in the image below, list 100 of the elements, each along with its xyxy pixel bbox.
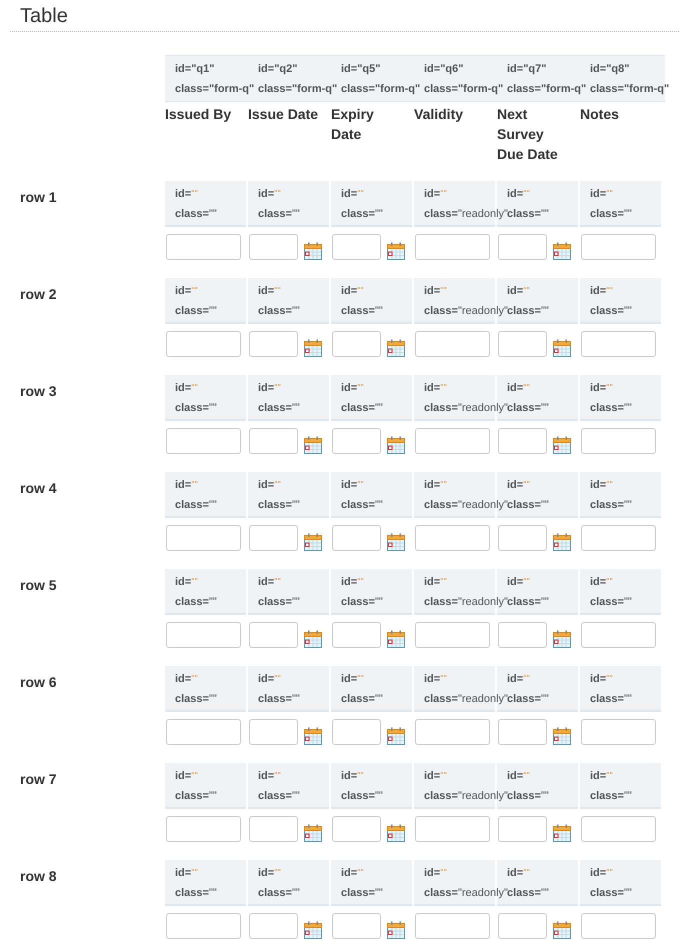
date-input[interactable]: [498, 234, 547, 260]
date-input[interactable]: [332, 719, 381, 745]
id-attribute: id="q8": [590, 62, 630, 77]
id-attribute: id="q7": [507, 62, 546, 77]
date-input[interactable]: [249, 913, 298, 939]
date-input[interactable]: [498, 719, 547, 745]
calendar-icon[interactable]: [304, 630, 322, 648]
class-attribute: class="": [175, 886, 217, 901]
text-input[interactable]: [166, 622, 241, 648]
row-label: row 5: [20, 576, 57, 595]
class-attribute: class="": [341, 401, 383, 416]
class-attribute: class="form-q": [341, 82, 420, 97]
date-input[interactable]: [498, 331, 547, 357]
date-input[interactable]: [249, 816, 298, 842]
text-input[interactable]: [415, 816, 490, 842]
date-input[interactable]: [332, 525, 381, 551]
text-input[interactable]: [581, 428, 656, 454]
text-input[interactable]: [166, 525, 241, 551]
calendar-icon[interactable]: [553, 727, 571, 745]
column-heading: Notes: [580, 105, 619, 124]
date-input[interactable]: [249, 719, 298, 745]
calendar-icon[interactable]: [553, 436, 571, 454]
class-attribute: class="form-q": [507, 82, 586, 97]
class-attribute: class="": [258, 789, 300, 804]
text-input[interactable]: [581, 234, 656, 260]
text-input[interactable]: [166, 234, 241, 260]
date-input[interactable]: [498, 525, 547, 551]
date-input[interactable]: [498, 913, 547, 939]
date-input[interactable]: [249, 234, 298, 260]
calendar-icon[interactable]: [304, 533, 322, 551]
calendar-icon[interactable]: [553, 339, 571, 357]
date-input[interactable]: [249, 331, 298, 357]
date-input[interactable]: [332, 816, 381, 842]
calendar-icon[interactable]: [553, 533, 571, 551]
text-input[interactable]: [415, 913, 490, 939]
date-input[interactable]: [332, 331, 381, 357]
text-input[interactable]: [415, 525, 490, 551]
text-input[interactable]: [415, 331, 490, 357]
column-heading: Expiry Date: [331, 105, 375, 144]
text-input[interactable]: [581, 331, 656, 357]
text-input[interactable]: [415, 622, 490, 648]
text-input[interactable]: [581, 622, 656, 648]
date-input[interactable]: [249, 525, 298, 551]
text-input[interactable]: [415, 719, 490, 745]
calendar-icon[interactable]: [387, 630, 405, 648]
calendar-icon[interactable]: [387, 533, 405, 551]
class-attribute: class="": [258, 498, 300, 513]
text-input[interactable]: [166, 428, 241, 454]
date-input[interactable]: [498, 816, 547, 842]
text-input[interactable]: [166, 816, 241, 842]
calendar-icon[interactable]: [304, 921, 322, 939]
text-input[interactable]: [581, 525, 656, 551]
class-attribute: class="": [590, 304, 632, 319]
calendar-icon[interactable]: [553, 824, 571, 842]
text-input[interactable]: [581, 719, 656, 745]
date-input[interactable]: [332, 913, 381, 939]
class-attribute: class="form-q": [590, 82, 670, 97]
calendar-icon[interactable]: [553, 242, 571, 260]
text-input[interactable]: [166, 719, 241, 745]
date-input[interactable]: [332, 234, 381, 260]
class-attribute: class="": [507, 789, 549, 804]
class-attribute: class="": [258, 595, 300, 610]
text-input[interactable]: [166, 331, 241, 357]
text-input[interactable]: [166, 913, 241, 939]
class-attribute: class="": [175, 498, 217, 513]
class-attribute: class="": [507, 304, 549, 319]
calendar-icon[interactable]: [304, 339, 322, 357]
calendar-icon[interactable]: [387, 436, 405, 454]
calendar-icon[interactable]: [387, 727, 405, 745]
text-input[interactable]: [581, 913, 656, 939]
date-input[interactable]: [332, 428, 381, 454]
calendar-icon[interactable]: [387, 242, 405, 260]
calendar-icon[interactable]: [553, 921, 571, 939]
text-input[interactable]: [415, 428, 490, 454]
date-input[interactable]: [498, 428, 547, 454]
date-input[interactable]: [332, 622, 381, 648]
class-attribute: class="": [175, 692, 217, 707]
class-attribute: class="": [341, 692, 383, 707]
page-title: Table: [20, 5, 68, 27]
class-attribute: class="form-q": [424, 82, 504, 97]
text-input[interactable]: [415, 234, 490, 260]
date-input[interactable]: [249, 428, 298, 454]
calendar-icon[interactable]: [304, 824, 322, 842]
class-attribute: class="readonly": [424, 401, 508, 416]
date-input[interactable]: [249, 622, 298, 648]
calendar-icon[interactable]: [387, 824, 405, 842]
calendar-icon[interactable]: [387, 339, 405, 357]
calendar-icon[interactable]: [304, 727, 322, 745]
calendar-icon[interactable]: [304, 436, 322, 454]
calendar-icon[interactable]: [304, 242, 322, 260]
calendar-icon[interactable]: [387, 921, 405, 939]
class-attribute: class="": [258, 692, 300, 707]
date-input[interactable]: [498, 622, 547, 648]
class-attribute: class="": [590, 692, 632, 707]
class-attribute: class="": [590, 789, 632, 804]
text-input[interactable]: [581, 816, 656, 842]
calendar-icon[interactable]: [553, 630, 571, 648]
class-attribute: class="": [258, 304, 300, 319]
class-attribute: class="readonly": [424, 595, 508, 610]
class-attribute: class="form-q": [175, 82, 254, 97]
